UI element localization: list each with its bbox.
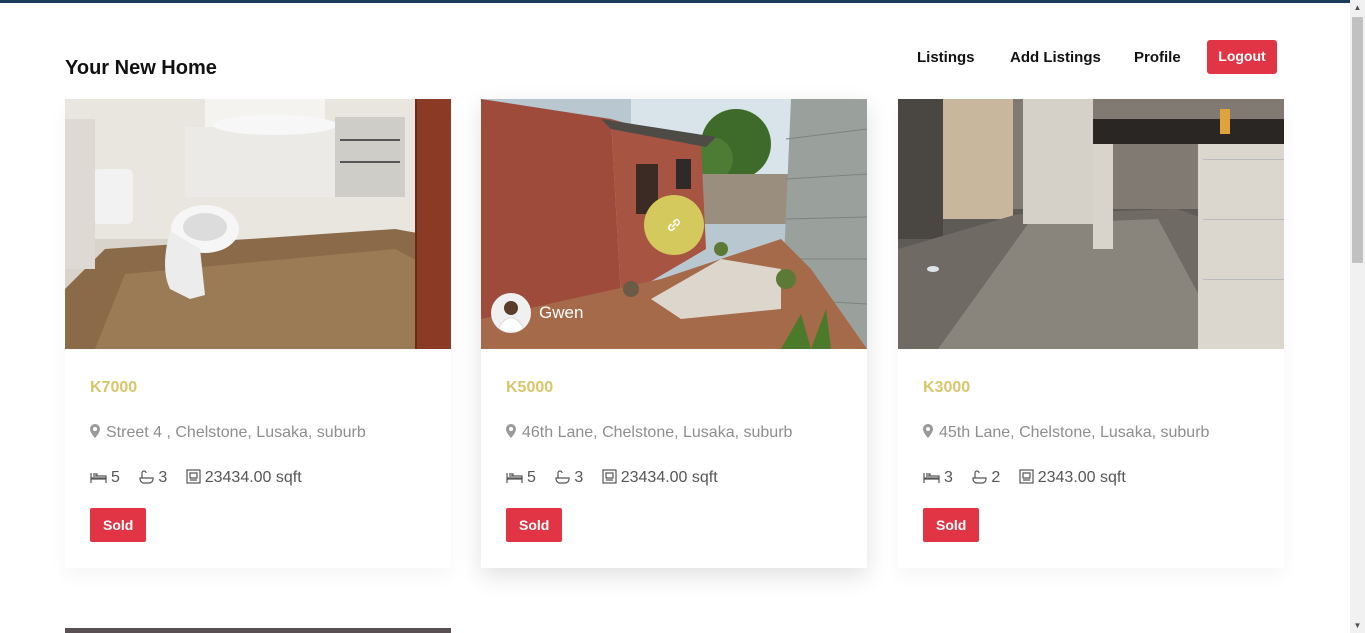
beds-feature: 3 — [923, 469, 953, 487]
sold-badge[interactable]: Sold — [923, 508, 980, 542]
agent-name[interactable]: Gwen — [539, 303, 583, 323]
area-value: 2343.00 sqft — [1037, 469, 1126, 486]
listing-features: 3 2 2343.00 sqft — [923, 469, 1140, 487]
area-value: 23434.00 sqft — [620, 469, 718, 486]
bath-icon — [972, 470, 987, 484]
bath-icon — [555, 470, 570, 484]
scroll-up-arrow-icon[interactable]: ▲ — [1350, 0, 1365, 15]
beds-feature: 5 — [90, 469, 120, 487]
bed-icon — [506, 473, 523, 483]
scrollbar-thumb[interactable] — [1352, 17, 1363, 263]
area-icon — [186, 469, 201, 484]
baths-feature: 3 — [554, 469, 583, 487]
bath-icon — [139, 470, 154, 484]
listing-card: K3000 45th Lane, Chelstone, Lusaka, subu… — [898, 99, 1284, 568]
scroll-down-arrow-icon[interactable]: ▼ — [1350, 618, 1365, 633]
bed-icon — [923, 473, 940, 483]
area-icon — [602, 469, 617, 484]
listing-address: 45th Lane, Chelstone, Lusaka, suburb — [923, 424, 1209, 443]
listing-address-text: Street 4 , Chelstone, Lusaka, suburb — [106, 424, 366, 441]
baths-count: 3 — [158, 469, 168, 486]
area-icon — [1019, 469, 1034, 484]
top-border — [0, 0, 1365, 3]
site-brand[interactable]: Your New Home — [65, 57, 217, 80]
beds-count: 5 — [527, 469, 536, 486]
bed-icon — [90, 473, 107, 483]
nav-profile-link[interactable]: Profile — [1134, 49, 1181, 66]
sold-badge[interactable]: Sold — [506, 508, 563, 542]
area-feature: 23434.00 sqft — [186, 469, 302, 487]
beds-count: 3 — [944, 469, 953, 486]
baths-feature: 2 — [971, 469, 1000, 487]
beds-count: 5 — [111, 469, 120, 486]
listing-address: Street 4 , Chelstone, Lusaka, suburb — [90, 424, 366, 443]
listing-features: 5 3 23434.00 sqft — [506, 469, 732, 487]
listing-photo[interactable]: Gwen — [481, 99, 867, 349]
area-value: 23434.00 sqft — [204, 469, 302, 486]
map-pin-icon — [506, 424, 518, 443]
baths-count: 3 — [574, 469, 584, 486]
beds-feature: 5 — [506, 469, 536, 487]
nav-add-listings-link[interactable]: Add Listings — [1010, 49, 1101, 66]
map-pin-icon — [90, 424, 102, 443]
listing-price: K5000 — [506, 379, 554, 396]
area-feature: 23434.00 sqft — [602, 469, 718, 487]
listing-price: K3000 — [923, 379, 971, 396]
nav-listings-link[interactable]: Listings — [917, 49, 975, 66]
listing-address: 46th Lane, Chelstone, Lusaka, suburb — [506, 424, 792, 443]
listing-price: K7000 — [90, 379, 138, 396]
view-listing-link-button[interactable] — [644, 195, 704, 255]
map-pin-icon — [923, 424, 935, 443]
baths-feature: 3 — [138, 469, 167, 487]
link-icon — [668, 219, 680, 231]
listing-photo[interactable] — [898, 99, 1284, 349]
listing-photo[interactable] — [65, 99, 451, 349]
listing-card: Gwen K5000 46th Lane, Chelstone, Lusaka,… — [481, 99, 867, 568]
baths-count: 2 — [991, 469, 1001, 486]
listing-card: K7000 Street 4 , Chelstone, Lusaka, subu… — [65, 99, 451, 568]
area-feature: 2343.00 sqft — [1019, 469, 1126, 487]
page-scrollbar[interactable]: ▲ ▼ — [1350, 0, 1365, 633]
logout-button[interactable]: Logout — [1207, 40, 1277, 74]
listing-address-text: 45th Lane, Chelstone, Lusaka, suburb — [939, 424, 1210, 441]
agent-avatar[interactable] — [491, 293, 531, 333]
listing-address-text: 46th Lane, Chelstone, Lusaka, suburb — [522, 424, 793, 441]
listing-features: 5 3 23434.00 sqft — [90, 469, 316, 487]
sold-badge[interactable]: Sold — [90, 508, 147, 542]
listing-card-partial[interactable] — [65, 628, 451, 633]
